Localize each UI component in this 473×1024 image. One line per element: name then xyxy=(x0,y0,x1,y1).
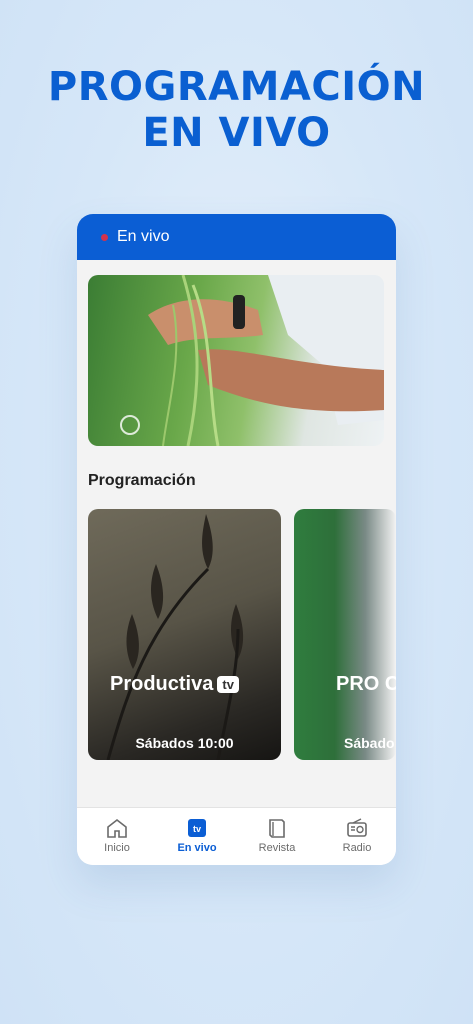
program-card[interactable]: PRO CIE Sábado xyxy=(294,509,396,760)
program-card[interactable]: Productiva tv Sábados 10:00 xyxy=(88,509,281,760)
section-title: Programación xyxy=(88,472,196,489)
headline-line1: PROGRAMACIÓN xyxy=(47,64,426,110)
nav-label: En vivo xyxy=(177,842,217,854)
nav-item-en-vivo[interactable]: tv En vivo xyxy=(157,808,237,865)
screen-title: En vivo xyxy=(117,228,170,245)
nav-label: Inicio xyxy=(104,842,130,854)
program-schedule: Sábado xyxy=(344,735,395,751)
radio-icon xyxy=(347,818,367,837)
book-icon xyxy=(269,819,285,838)
bottom-navigation: Inicio tv En vivo Revista Radio xyxy=(77,807,396,865)
program-schedule: Sábados 10:00 xyxy=(135,735,234,751)
tv-badge: tv xyxy=(217,676,239,694)
top-bar: En vivo xyxy=(77,214,396,260)
nav-label: Radio xyxy=(342,842,372,854)
phone-frame: En vivo Programación Productiva tv Sábad… xyxy=(77,214,396,865)
program-logo-text: Productiva xyxy=(110,673,214,695)
headline-line2: EN VIVO xyxy=(142,110,331,156)
nav-item-radio[interactable]: Radio xyxy=(317,808,396,865)
live-indicator-icon xyxy=(101,234,108,241)
hero-image xyxy=(120,275,384,446)
program-logo: PRO CIE xyxy=(336,673,396,695)
nav-item-revista[interactable]: Revista xyxy=(237,808,317,865)
live-video-player[interactable] xyxy=(88,275,384,446)
home-icon xyxy=(107,818,127,838)
program-logo: Productiva tv xyxy=(110,673,239,696)
nav-label: Revista xyxy=(258,842,296,854)
svg-text:tv: tv xyxy=(193,824,201,834)
headline: PROGRAMACIÓN EN VIVO xyxy=(0,64,473,156)
nav-item-inicio[interactable]: Inicio xyxy=(77,808,157,865)
program-card-image xyxy=(106,514,244,760)
tv-icon: tv xyxy=(188,819,206,837)
